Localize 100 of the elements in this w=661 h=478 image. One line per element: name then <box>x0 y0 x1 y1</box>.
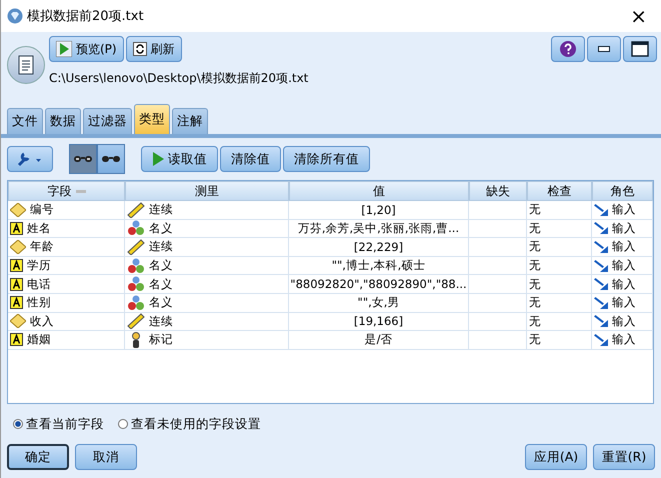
field-name: 收入 <box>30 314 54 329</box>
role-label: 输入 <box>612 276 636 292</box>
table-cell: 无 <box>527 220 592 238</box>
measure-label: 连续 <box>149 239 173 254</box>
column-header[interactable]: 值 <box>289 181 469 201</box>
diamond-icon <box>10 240 26 254</box>
toolbar-button[interactable]: 预览(P) <box>49 36 124 62</box>
radio-button[interactable] <box>13 419 23 429</box>
role-label: 输入 <box>612 220 636 236</box>
letter-a-icon <box>10 278 23 291</box>
tab[interactable]: 数据 <box>45 108 81 134</box>
colored-balls-icon <box>127 220 145 236</box>
table-cell: 无 <box>527 238 592 256</box>
play-icon <box>56 41 72 57</box>
window-title: 模拟数据前20项.txt <box>27 8 145 25</box>
arrow-icon <box>594 278 608 290</box>
table-cell: 万芬,余芳,吴中,张丽,张雨,曹... <box>289 220 469 238</box>
maximize-icon <box>631 41 649 57</box>
arrow-icon <box>594 260 608 272</box>
table-cell: "",女,男 <box>289 294 469 312</box>
arrow-icon <box>594 204 608 216</box>
field-name: 编号 <box>30 202 54 218</box>
column-header[interactable]: 字段 <box>8 181 125 201</box>
table-cell: 无 <box>527 275 592 293</box>
toolbar-button[interactable]: 清除所有值 <box>283 146 370 172</box>
arrow-icon <box>594 315 608 328</box>
document-icon <box>7 46 45 84</box>
role-label: 输入 <box>612 332 636 348</box>
play-icon <box>152 152 164 166</box>
tab[interactable]: 文件 <box>7 108 43 134</box>
maximize-button[interactable] <box>623 36 657 62</box>
column-header[interactable]: 角色 <box>592 181 653 201</box>
column-header[interactable]: 检查 <box>527 181 592 201</box>
field-name: 年龄 <box>30 239 54 254</box>
table-cell: [19,166] <box>289 312 469 330</box>
toolbar-button[interactable]: 清除值 <box>220 146 281 172</box>
measure-label: 名义 <box>149 276 173 292</box>
table-cell: [22,229] <box>289 238 469 256</box>
column-header[interactable]: 测里 <box>125 181 289 201</box>
column-header[interactable]: 缺失 <box>469 181 527 201</box>
tools-dropdown[interactable] <box>7 146 53 172</box>
dialog-button[interactable]: 取消 <box>75 444 137 470</box>
colored-balls-icon <box>127 276 145 292</box>
file-path: C:\Users\lenovo\Desktop\模拟数据前20项.txt <box>49 70 310 87</box>
letter-a-icon <box>10 259 23 272</box>
table-cell: [1,20] <box>289 201 469 219</box>
minimize-button[interactable] <box>587 36 621 62</box>
table-cell: 无 <box>527 331 592 349</box>
view-toggle[interactable] <box>97 144 125 174</box>
toolbar-button[interactable]: 读取值 <box>141 146 218 172</box>
dialog-button[interactable]: 重置(R) <box>593 444 655 470</box>
table-cell: 无 <box>527 201 592 219</box>
field-name: 学历 <box>27 258 51 274</box>
glasses-icon <box>101 154 121 164</box>
measure-label: 名义 <box>149 220 173 236</box>
field-name: 性别 <box>27 295 51 310</box>
role-label: 输入 <box>612 239 636 254</box>
letter-a-icon <box>10 333 23 346</box>
sort-icon <box>76 190 86 192</box>
measure-label: 名义 <box>149 295 173 310</box>
role-label: 输入 <box>612 314 636 329</box>
measure-label: 连续 <box>149 314 173 329</box>
view-toggle[interactable] <box>69 144 97 174</box>
role-label: 输入 <box>612 202 636 218</box>
table-cell: 是/否 <box>289 331 469 349</box>
role-label: 输入 <box>612 295 636 310</box>
arrow-icon <box>594 222 608 234</box>
glasses-icon <box>73 154 93 164</box>
radio-button[interactable] <box>118 419 128 429</box>
wrench-icon <box>17 151 43 167</box>
arrow-icon <box>594 334 608 346</box>
measure-label: 连续 <box>149 202 173 218</box>
refresh-icon <box>132 42 147 56</box>
dialog-button[interactable]: 确定 <box>7 444 69 470</box>
tab[interactable]: 过滤器 <box>83 108 132 134</box>
dialog-button[interactable]: 应用(A) <box>525 444 587 470</box>
help-button[interactable] <box>551 36 585 62</box>
table-cell: "",博士,本科,硕士 <box>289 256 469 274</box>
tab[interactable]: 类型 <box>134 104 170 134</box>
arrow-icon <box>594 240 608 253</box>
letter-a-icon <box>10 296 23 310</box>
colored-balls-icon <box>127 294 145 311</box>
table-cell: 无 <box>527 294 592 312</box>
close-button[interactable]: × <box>622 4 655 28</box>
ruler-icon <box>127 313 145 330</box>
table-cell: 无 <box>527 256 592 274</box>
tab[interactable]: 注解 <box>172 108 208 134</box>
letter-a-icon <box>10 222 23 235</box>
minimize-icon <box>598 46 610 52</box>
colored-balls-icon <box>127 258 145 274</box>
role-label: 输入 <box>612 258 636 274</box>
toolbar-button[interactable]: 刷新 <box>126 36 182 62</box>
table-cell: "88092820","88092890","88... <box>289 275 469 293</box>
help-icon <box>560 41 576 57</box>
radio-label[interactable]: 查看当前字段 <box>26 416 104 432</box>
radio-label[interactable]: 查看未使用的字段设置 <box>131 416 261 432</box>
field-name: 电话 <box>27 276 51 292</box>
field-name: 姓名 <box>27 220 51 236</box>
measure-label: 名义 <box>149 258 173 274</box>
table-cell: 无 <box>527 312 592 330</box>
